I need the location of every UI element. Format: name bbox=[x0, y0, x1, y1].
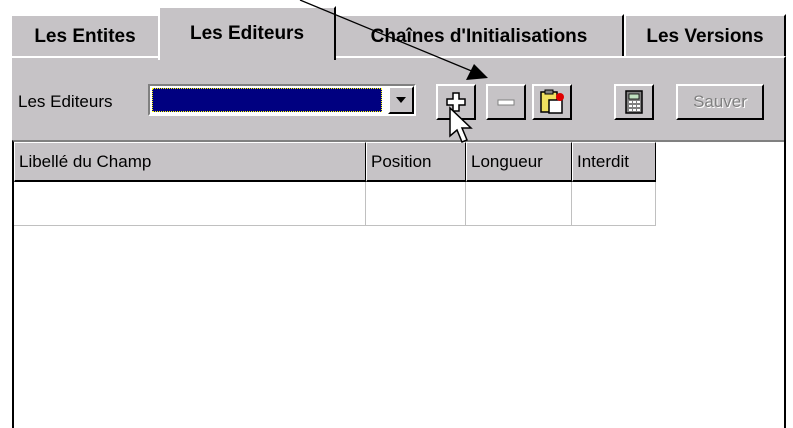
mouse-cursor-icon bbox=[449, 106, 473, 143]
annotation-arrow bbox=[299, 0, 488, 80]
